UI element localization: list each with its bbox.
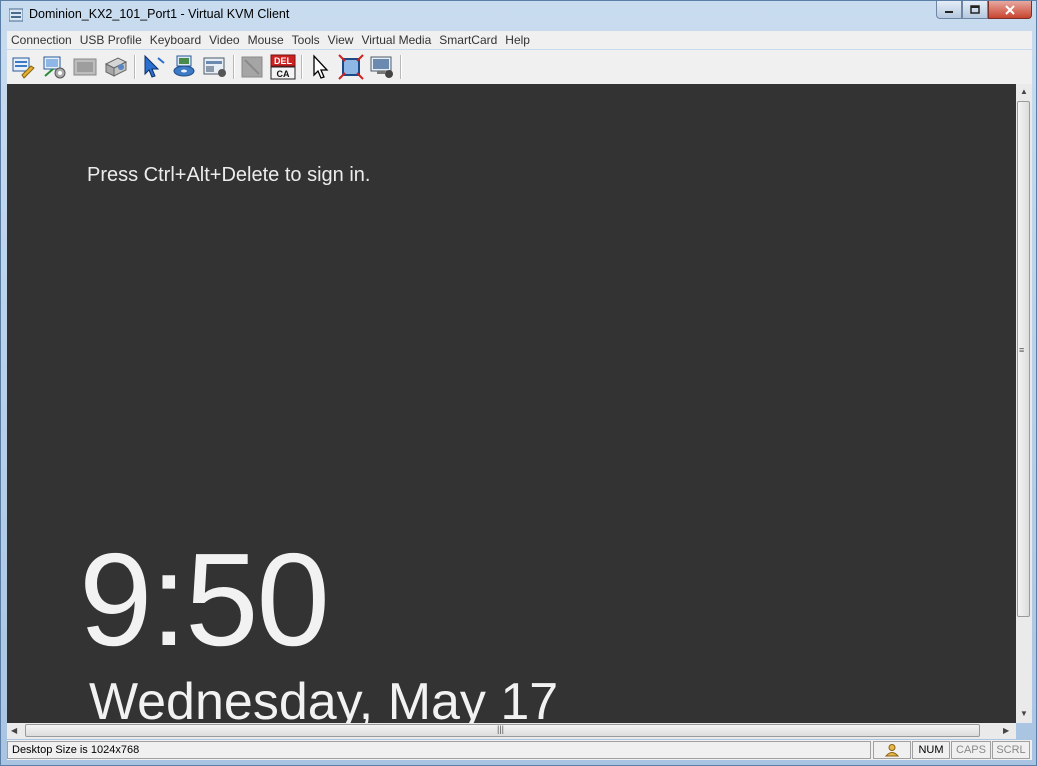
menu-smartcard[interactable]: SmartCard [435, 31, 501, 49]
menu-view[interactable]: View [324, 31, 358, 49]
minimize-button[interactable] [936, 1, 962, 19]
close-button[interactable] [988, 1, 1032, 19]
vertical-scroll-thumb[interactable] [1017, 101, 1030, 617]
smart-card-button[interactable] [201, 53, 229, 81]
disabled-button[interactable] [238, 53, 266, 81]
toolbar-separator [134, 55, 136, 79]
video-settings-icon [73, 58, 97, 76]
vertical-scrollbar[interactable]: ▲ ≡ ▼ [1016, 84, 1032, 723]
horizontal-scrollbar[interactable]: ◀ ||| ▶ [7, 723, 1016, 739]
app-icon [9, 8, 23, 22]
sync-mouse-icon [144, 54, 165, 78]
virtual-media-icon [173, 55, 195, 77]
sign-in-prompt: Press Ctrl+Alt+Delete to sign in. [87, 164, 371, 186]
cad-top-label: DEL [274, 56, 293, 66]
scroll-up-icon[interactable]: ▲ [1020, 87, 1028, 96]
remote-desktop-view[interactable]: Press Ctrl+Alt+Delete to sign in. 9:50 W… [7, 84, 1016, 723]
scroll-down-icon[interactable]: ▼ [1020, 709, 1028, 718]
full-screen-button[interactable] [337, 53, 365, 81]
menu-virtual-media[interactable]: Virtual Media [357, 31, 435, 49]
menu-keyboard[interactable]: Keyboard [146, 31, 205, 49]
menu-help[interactable]: Help [501, 31, 534, 49]
status-bar: Desktop Size is 1024x768 NUM CAPS SCRL [7, 740, 1032, 760]
maximize-icon [970, 5, 980, 14]
toolbar-separator [233, 55, 235, 79]
full-screen-icon [338, 54, 364, 80]
virtual-media-button[interactable] [170, 53, 198, 81]
user-status-cell [873, 741, 911, 759]
kvm-client-window: Dominion_KX2_101_Port1 - Virtual KVM Cli… [0, 0, 1037, 766]
num-lock-indicator: NUM [912, 741, 950, 759]
cad-bottom-label: CA [277, 69, 290, 79]
toolbar-separator [301, 55, 303, 79]
usb-profile-button[interactable] [40, 53, 68, 81]
toolbar: DEL CA [7, 50, 1032, 84]
caps-lock-indicator: CAPS [951, 741, 991, 759]
menu-video[interactable]: Video [205, 31, 243, 49]
usb-profile-icon [43, 56, 66, 79]
window-title: Dominion_KX2_101_Port1 - Virtual KVM Cli… [29, 7, 290, 21]
menu-bar: Connection USB Profile Keyboard Video Mo… [7, 31, 1032, 49]
video-settings-button[interactable] [71, 53, 99, 81]
scaling-button[interactable] [368, 53, 396, 81]
grip-icon: ||| [497, 724, 505, 734]
maximize-button[interactable] [962, 1, 988, 19]
user-icon [884, 744, 900, 757]
toolbar-separator [400, 55, 402, 79]
minimize-icon [945, 10, 953, 13]
scroll-left-icon[interactable]: ◀ [11, 726, 17, 735]
single-cursor-icon [313, 54, 329, 79]
scroll-lock-indicator: SCRL [992, 741, 1030, 759]
title-bar[interactable]: Dominion_KX2_101_Port1 - Virtual KVM Cli… [1, 1, 1036, 29]
menu-connection[interactable]: Connection [7, 31, 76, 49]
menu-usb-profile[interactable]: USB Profile [76, 31, 146, 49]
single-cursor-button[interactable] [306, 53, 334, 81]
smart-card-icon [203, 57, 226, 77]
menu-tools[interactable]: Tools [288, 31, 324, 49]
connection-properties-icon [12, 57, 35, 79]
grip-icon: ≡ [1019, 345, 1025, 355]
close-icon [1005, 4, 1015, 15]
lock-screen-date: Wednesday, May 17 [89, 673, 559, 723]
menu-mouse[interactable]: Mouse [244, 31, 288, 49]
send-ctrl-alt-del-button[interactable]: DEL CA [269, 53, 297, 81]
color-calibration-icon [104, 57, 128, 77]
scaling-icon [370, 56, 393, 78]
sync-mouse-button[interactable] [139, 53, 167, 81]
scroll-right-icon[interactable]: ▶ [1003, 726, 1009, 735]
send-ctrl-alt-del-icon: DEL CA [270, 54, 296, 80]
disabled-icon [241, 56, 263, 78]
connection-properties-button[interactable] [9, 53, 37, 81]
color-calibration-button[interactable] [102, 53, 130, 81]
status-message: Desktop Size is 1024x768 [7, 741, 871, 759]
lock-screen-time: 9:50 [79, 526, 330, 673]
